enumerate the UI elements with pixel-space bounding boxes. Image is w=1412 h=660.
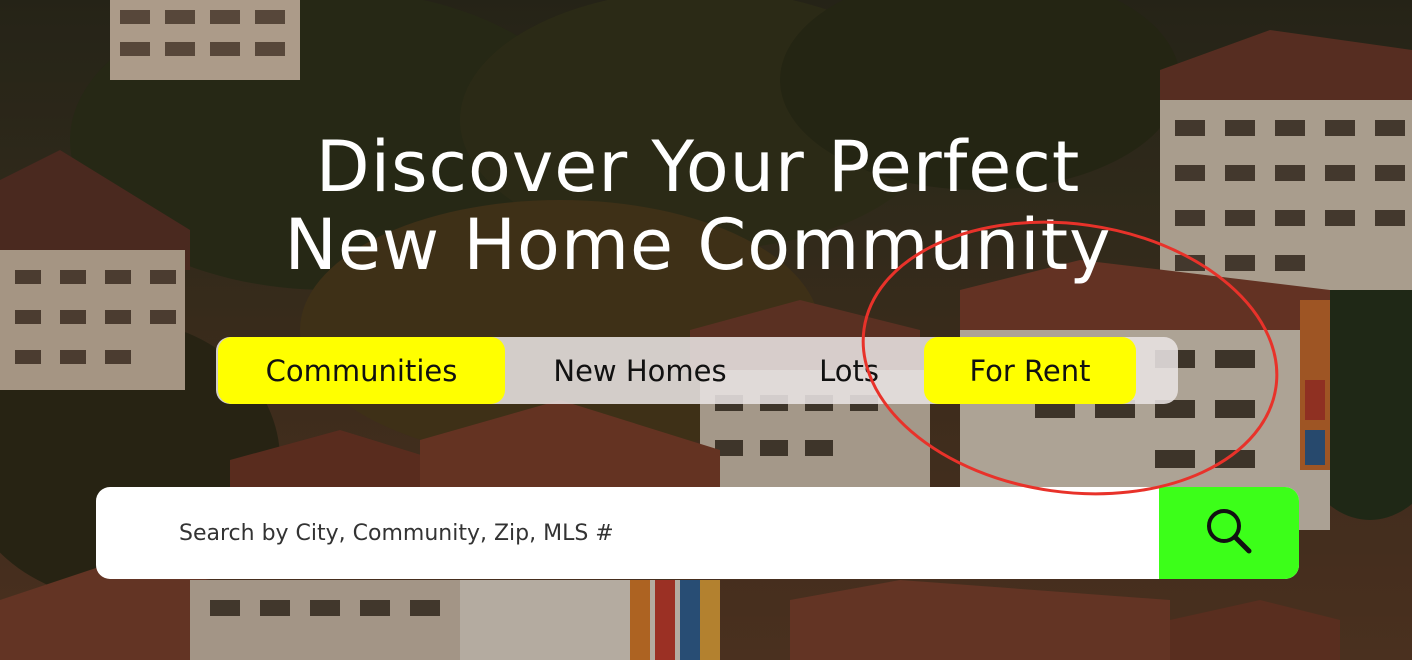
search-button[interactable] <box>1159 487 1299 579</box>
tab-new-homes[interactable]: New Homes <box>506 337 774 404</box>
search-category-tabs: Communities New Homes Lots For Rent <box>216 337 1178 404</box>
tab-for-rent[interactable]: For Rent <box>924 337 1136 404</box>
hero-title: Discover Your Perfect New Home Community <box>0 128 1396 284</box>
tab-communities[interactable]: Communities <box>218 337 505 404</box>
hero-title-line-2: New Home Community <box>284 204 1112 286</box>
hero-section: Discover Your Perfect New Home Community… <box>0 0 1412 660</box>
tab-lots[interactable]: Lots <box>794 337 904 404</box>
hero-title-line-1: Discover Your Perfect <box>315 126 1081 208</box>
search-bar <box>96 487 1299 579</box>
search-input[interactable] <box>96 487 1159 579</box>
search-icon <box>1203 505 1255 562</box>
